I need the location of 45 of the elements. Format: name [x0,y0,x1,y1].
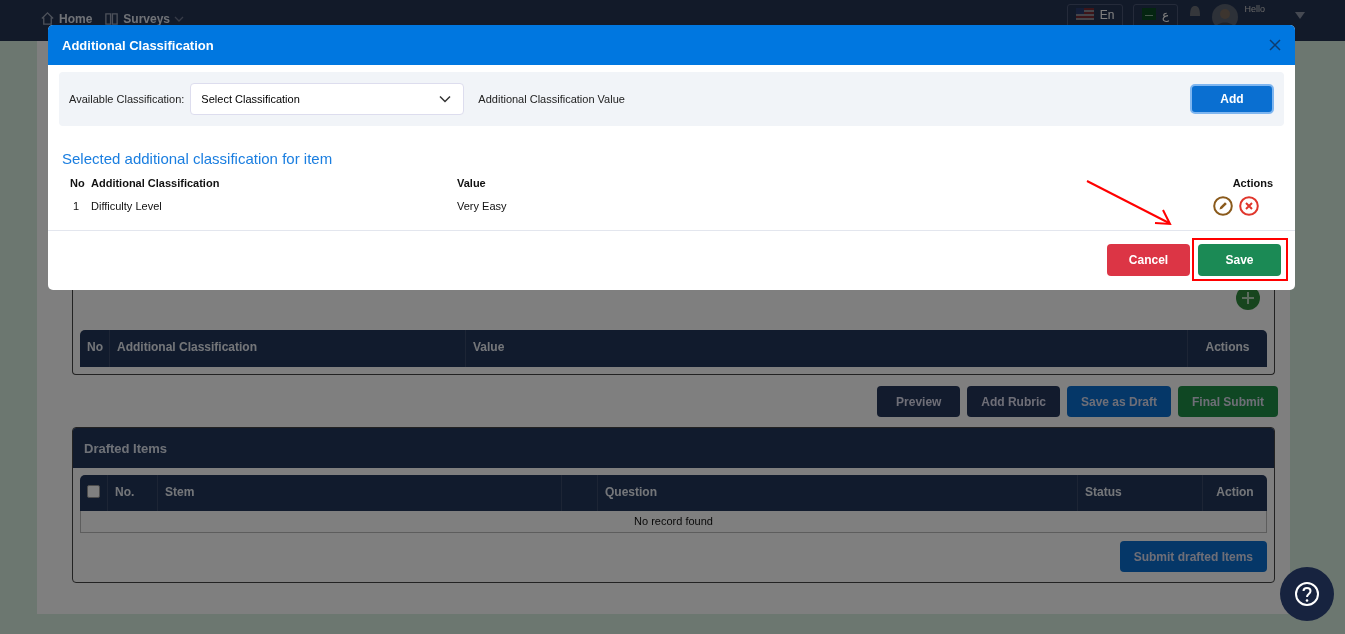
action-button[interactable]: Preview [877,386,961,417]
empty-message: No record found [80,511,1267,533]
table-cell-text: Very Easy [457,199,508,212]
column-header: Stem [158,475,562,511]
close-icon[interactable] [1269,39,1281,51]
flag-icon [1075,8,1094,20]
column-header: No. [108,475,158,511]
add-button[interactable]: Add [1190,84,1274,114]
edit-icon[interactable] [1213,195,1233,216]
nav-link[interactable]: Surveys [123,11,171,26]
submit-button[interactable]: Submit drafted Items [1119,541,1267,572]
chevron-down-icon [439,95,452,103]
field-label: Available Classification: [69,93,185,105]
help-button[interactable] [1280,567,1334,621]
checkbox[interactable] [87,485,100,498]
classification-select[interactable]: Select Classification [190,83,465,115]
column-header: Actions [1231,176,1273,189]
column-header: Actions [1204,339,1251,356]
table-cell-text: Difficulty Level [91,199,163,212]
panel-title: Drafted Items [84,440,168,456]
book-icon [104,11,120,26]
flag-icon [1142,8,1157,20]
chevron-down-icon [174,14,185,23]
column-header: No [70,176,86,189]
column-header: Action [1215,484,1255,501]
action-button[interactable]: Save as Draft [1066,386,1171,417]
action-button[interactable]: Add Rubric [967,386,1060,417]
cancel-button[interactable]: Cancel [1107,244,1190,276]
column-header: Value [457,176,487,189]
delete-icon[interactable] [1239,195,1259,216]
nav-link[interactable]: Home [59,11,93,26]
save-button[interactable]: Save [1198,244,1281,276]
column-header: No [80,330,110,367]
home-icon [40,11,55,26]
column-header: Additional Classification [91,176,221,189]
column-header: Additional Classification [110,330,466,367]
column-header: Question [598,475,1078,511]
column-header: Value [466,330,1188,367]
table-cell-text: 1 [72,199,81,212]
dialog-title: Additional Classification [62,37,214,53]
field-label: Additional Classification Value [478,93,625,105]
section-title: Selected additional classification for item [62,150,334,167]
greeting-text: Hello [1244,4,1265,14]
column-header: Status [1078,475,1203,511]
action-button[interactable]: Final Submit [1178,386,1278,417]
